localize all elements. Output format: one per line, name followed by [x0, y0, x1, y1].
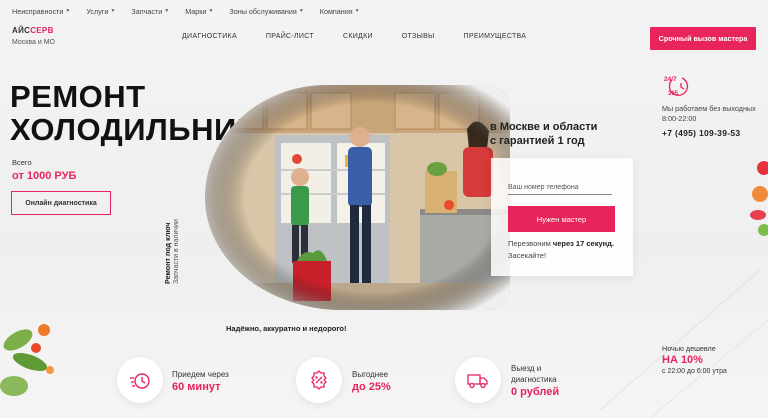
top-nav: Неисправности ▼ Услуги ▼ Запчасти ▼ Марки ▼ …	[12, 5, 376, 17]
nav-link-advantages[interactable]: ПРЕИМУЩЕСТВА	[464, 33, 527, 40]
chevron-down-icon: ▼	[110, 8, 116, 14]
feature-arrival: Приедем через 60 минут	[172, 369, 229, 393]
chevron-down-icon: ▼	[164, 8, 170, 14]
feature-free-visit-value: 0 рублей	[511, 386, 560, 398]
callback-note-pre: Перезвоним	[508, 239, 551, 248]
working-hours: Мы работаем без выходных 8:00-22:00	[662, 104, 756, 124]
site-logo[interactable]: АЙССЕРВ	[12, 26, 54, 35]
hero-subtitle-line-1: в Москве и области	[490, 121, 598, 133]
vertical-tagline-1: Ремонт под ключ	[163, 222, 172, 284]
night-discount-value: НА 10%	[662, 354, 703, 366]
clock-fast-icon	[117, 357, 163, 403]
feature-savings: Выгоднее до 25%	[352, 369, 391, 393]
price-value: от 1000 РУБ	[12, 170, 77, 182]
working-hours-line-2: 8:00-22:00	[662, 114, 697, 123]
nav-link-pricelist[interactable]: ПРАЙС-ЛИСТ	[266, 33, 314, 40]
price-prefix: Всего	[12, 158, 32, 167]
chevron-down-icon: ▼	[65, 8, 71, 14]
main-nav: ДИАГНОСТИКА ПРАЙС-ЛИСТ СКИДКИ ОТЗЫВЫ ПРЕ…	[182, 33, 526, 40]
urgent-call-button[interactable]: Срочный вызов мастера	[650, 27, 756, 50]
feature-free-visit-label-2: диагностика	[511, 375, 557, 384]
topnav-label: Запчасти	[131, 6, 163, 16]
truck-icon	[455, 357, 501, 403]
city-label: Москва и МО	[12, 39, 55, 46]
hero-subtitle-line-2: с гарантией 1 год	[490, 135, 585, 147]
chevron-down-icon: ▼	[208, 8, 214, 14]
topnav-label: Услуги	[86, 6, 109, 16]
feature-savings-value: до 25%	[352, 381, 391, 393]
vertical-tagline-2: Запчасти в наличии	[173, 219, 180, 284]
topnav-item-parts[interactable]: Запчасти ▼	[131, 7, 169, 16]
vegetables-decoration	[0, 324, 54, 396]
vegetables-decoration-right	[750, 161, 768, 236]
topnav-label: Зоны обслуживания	[229, 6, 297, 16]
feature-free-visit: Выезд и диагностика 0 рублей	[511, 363, 559, 398]
chevron-down-icon: ▼	[298, 8, 304, 14]
topnav-item-faults[interactable]: Неисправности ▼	[12, 7, 70, 16]
nav-link-diagnostics[interactable]: ДИАГНОСТИКА	[182, 33, 237, 40]
phone-number[interactable]: +7 (495) 109-39-53	[662, 128, 740, 138]
background-lines	[599, 269, 768, 418]
night-discount-time: с 22:00 до 6:00 утра	[662, 368, 727, 375]
chevron-down-icon: ▼	[354, 8, 360, 14]
topnav-label: Марки	[185, 6, 207, 16]
badge-365: 365	[668, 91, 679, 97]
logo-part-2: СЕРВ	[30, 26, 54, 35]
callback-note-post: Засекайте!	[508, 251, 547, 260]
topnav-item-services[interactable]: Услуги ▼	[86, 7, 115, 16]
feature-arrival-value: 60 минут	[172, 381, 221, 393]
topnav-item-zones[interactable]: Зоны обслуживания ▼	[229, 7, 303, 16]
hero-subtitle: в Москве и области с гарантией 1 год	[490, 120, 597, 148]
night-discount-label: Ночью дешевле	[662, 344, 716, 353]
percent-icon	[296, 357, 342, 403]
logo-part-1: АЙС	[12, 26, 31, 35]
topnav-label: Компания	[319, 6, 353, 16]
slogan: Надёжно, аккуратно и недорого!	[226, 324, 347, 333]
night-discount: Ночью дешевле НА 10% с 22:00 до 6:00 утр…	[662, 344, 727, 375]
nav-link-reviews[interactable]: ОТЗЫВЫ	[402, 33, 435, 40]
badge-24-7: 24/7	[664, 76, 677, 83]
topnav-label: Неисправности	[12, 6, 64, 16]
nav-link-discounts[interactable]: СКИДКИ	[343, 33, 373, 40]
working-hours-line-1: Мы работаем без выходных	[662, 104, 756, 113]
topnav-item-brands[interactable]: Марки ▼	[185, 7, 213, 16]
need-master-button[interactable]: Нужен мастер	[508, 206, 615, 232]
vertical-tagline: Ремонт под ключ Запчасти в наличии	[163, 219, 180, 284]
online-diagnostics-button[interactable]: Онлайн диагностика	[11, 191, 111, 215]
phone-input[interactable]	[508, 181, 612, 195]
feature-arrival-label: Приедем через	[172, 370, 229, 379]
topnav-item-company[interactable]: Компания ▼	[320, 7, 360, 16]
callback-note: Перезвоним через 17 секунд. Засекайте!	[508, 238, 618, 262]
hero-photo	[205, 85, 510, 310]
feature-savings-label: Выгоднее	[352, 370, 389, 379]
callback-note-bold: через 17 секунд.	[552, 239, 615, 248]
feature-free-visit-label-1: Выезд и	[511, 364, 542, 373]
clock-24-7-icon: 24/7 365	[664, 74, 692, 98]
